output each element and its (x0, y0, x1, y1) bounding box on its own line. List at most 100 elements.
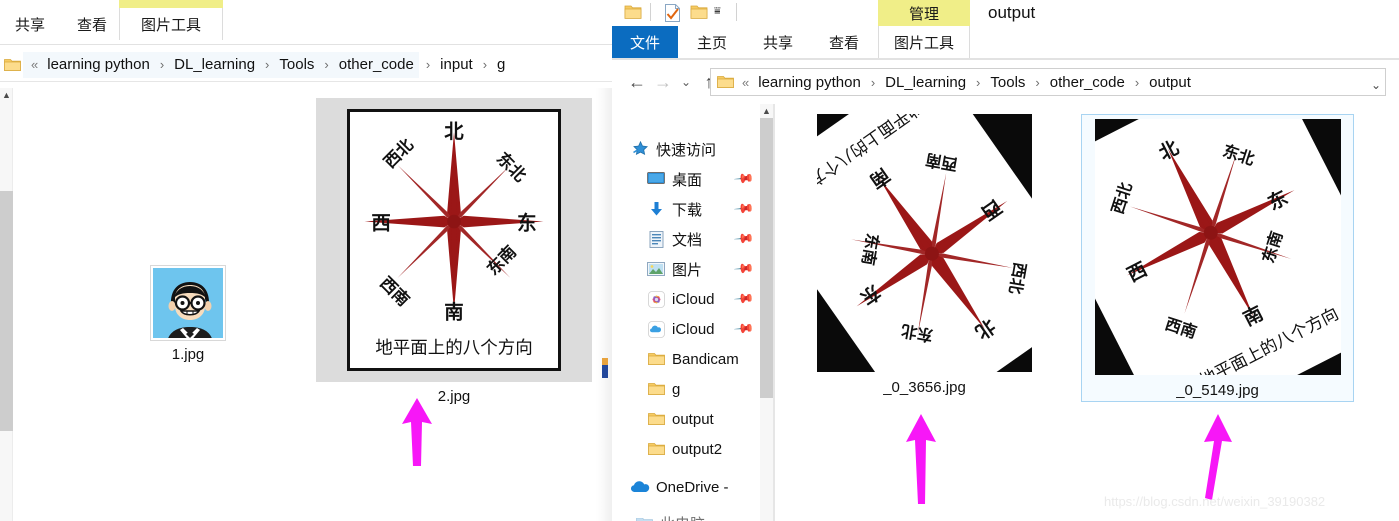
left-breadcrumb-sep-0[interactable]: › (153, 57, 171, 72)
compass-rose-upright-icon: 北 南 西 东 西北 东北 西南 东南 地平面上的八个方向 (350, 112, 558, 368)
left-breadcrumb-item-5[interactable]: g (494, 56, 508, 73)
pin-icon-icloud-drive[interactable]: 📌 (733, 318, 755, 341)
sidebar-item-documents[interactable]: 文档 📌 (612, 224, 760, 254)
right-file-item-5149[interactable]: 北 南 西 东 西北 东北 西南 东南 地平面上的八个方向 _0_5149.jp… (1081, 114, 1354, 402)
watermark-text: https://blog.csdn.net/weixin_39190382 (1104, 494, 1326, 509)
pin-icon-desktop[interactable]: 📌 (733, 168, 755, 191)
sidebar-item-output[interactable]: output (612, 404, 760, 434)
sidebar-item-pictures[interactable]: 图片 📌 (612, 254, 760, 284)
sidebar-label-bandicam: Bandicam (672, 350, 739, 368)
right-manage-label: 管理 (908, 5, 939, 23)
right-tab-home[interactable]: 主页 (684, 26, 740, 58)
sidebar-item-icloud-photos[interactable]: iCloud 📌 (612, 284, 760, 314)
right-breadcrumb-sep-0[interactable]: › (864, 75, 882, 90)
qat-new-folder-icon[interactable] (690, 4, 708, 20)
left-file-caption-1: 1.jpg (171, 346, 205, 363)
left-breadcrumb-item-4[interactable]: input (437, 56, 476, 73)
left-tab-view[interactable]: 查看 (66, 8, 118, 40)
recent-locations-button[interactable]: ⌄ (676, 69, 696, 95)
right-address-input[interactable]: « learning python › DL_learning › Tools … (710, 68, 1386, 96)
sidebar-item-partial[interactable]: 此电脑 (612, 508, 760, 521)
right-file-list: 北 南 西 东 西北 东北 西南 东南 地平面上的八个方向 (775, 104, 1399, 521)
sidebar-label-pictures: 图片 (672, 261, 703, 279)
qat-properties-icon[interactable] (664, 4, 681, 22)
left-breadcrumb-item-3[interactable]: other_code (336, 56, 417, 73)
avatar-boy-icon (153, 268, 223, 338)
left-breadcrumb-item-0[interactable]: learning python (44, 56, 153, 73)
compass-label-south: 南 (444, 301, 463, 324)
icloud-drive-icon (646, 320, 666, 338)
sidebar-item-downloads[interactable]: 下载 📌 (612, 194, 760, 224)
pin-icon-icloud-photos[interactable]: 📌 (733, 288, 755, 311)
sidebar-label-downloads: 下载 (672, 201, 703, 219)
left-breadcrumb-overflow[interactable]: « (25, 57, 44, 72)
right-tab-view[interactable]: 查看 (816, 26, 872, 58)
compass-caption: 地平面上的八个方向 (375, 339, 532, 359)
left-address-bar[interactable]: « learning python › DL_learning › Tools … (0, 48, 612, 82)
left-scrollbar-thumb[interactable] (0, 191, 13, 431)
sidebar-item-onedrive[interactable]: OneDrive - (612, 472, 760, 502)
pin-icon-pictures[interactable]: 📌 (733, 258, 755, 281)
qat-folder-icon[interactable] (624, 4, 642, 20)
left-breadcrumb-item-2[interactable]: Tools (276, 56, 317, 73)
left-file-caption-2: 2.jpg (437, 388, 471, 405)
address-expand-chevron-icon[interactable]: ⌄ (1371, 78, 1381, 92)
left-breadcrumb-sep-4[interactable]: › (476, 57, 494, 72)
right-breadcrumb-sep-1[interactable]: › (969, 75, 987, 90)
left-ribbon-tab-bar: 共享 查看 图片工具 (0, 0, 612, 40)
pin-icon-documents[interactable]: 📌 (733, 228, 755, 251)
right-breadcrumb-sep-3[interactable]: › (1128, 75, 1146, 90)
left-vertical-scrollbar[interactable]: ▲ (0, 88, 13, 521)
right-file-item-3656[interactable]: 北 南 西 东 西北 东北 西南 东南 地平面上的八个方向 (817, 114, 1032, 396)
compass-thumbnail-rotated-ccw: 北 南 西 东 西北 东北 西南 东南 地平面上的八个方向 (1094, 119, 1341, 375)
left-file-item-1[interactable]: 1.jpg (132, 265, 244, 363)
back-button[interactable]: ← (624, 69, 650, 95)
navpane-scrollbar-thumb[interactable] (760, 118, 773, 398)
sidebar-item-bandicam[interactable]: Bandicam (612, 344, 760, 374)
right-navpane-scrollbar[interactable]: ▲ (760, 104, 773, 521)
qat-customize-chevron-icon[interactable]: ⩸ (714, 5, 721, 18)
scroll-up-chevron-icon[interactable]: ▲ (0, 88, 13, 102)
sidebar-label-output: output (672, 410, 714, 428)
left-breadcrumb-item-1[interactable]: DL_learning (171, 56, 258, 73)
right-tab-picture-tools[interactable]: 图片工具 (878, 26, 970, 58)
right-breadcrumb-item-0[interactable]: learning python (755, 74, 864, 91)
right-breadcrumb-item-1[interactable]: DL_learning (882, 74, 969, 91)
right-breadcrumb-item-2[interactable]: Tools (987, 74, 1028, 91)
sidebar-label-icloud-photos: iCloud (672, 290, 715, 308)
left-breadcrumb-sep-1[interactable]: › (258, 57, 276, 72)
compass-label-north: 北 (444, 120, 464, 143)
right-breadcrumb-sep-2[interactable]: › (1028, 75, 1046, 90)
forward-button[interactable]: → (650, 69, 676, 95)
nav-label-quick-access: 快速访问 (656, 141, 717, 159)
icloud-photos-icon (646, 290, 666, 308)
folder-icon-partial (634, 514, 654, 521)
right-breadcrumb-item-4[interactable]: output (1146, 74, 1194, 91)
sidebar-item-icloud-drive[interactable]: iCloud 📌 (612, 314, 760, 344)
sidebar-item-output2[interactable]: output2 (612, 434, 760, 464)
right-breadcrumb-item-3[interactable]: other_code (1047, 74, 1128, 91)
onedrive-icon (630, 478, 650, 496)
pin-icon-downloads[interactable]: 📌 (733, 198, 755, 221)
right-tab-file[interactable]: 文件 (612, 26, 678, 58)
sidebar-item-g[interactable]: g (612, 374, 760, 404)
left-breadcrumb[interactable]: « learning python › DL_learning › Tools … (23, 51, 419, 78)
left-breadcrumb-sep-2[interactable]: › (317, 57, 335, 72)
navpane-scroll-up-chevron-icon[interactable]: ▲ (760, 104, 773, 118)
avatar-thumbnail (150, 265, 226, 341)
sidebar-label-output2: output2 (672, 440, 723, 458)
left-file-item-2[interactable]: 北 南 西 东 西北 东北 西南 东南 地平面上的八个方向 2.jpg (316, 98, 592, 405)
right-tab-share[interactable]: 共享 (750, 26, 806, 58)
compass-rose-rotated-cw-icon: 北 南 西 东 西北 东北 西南 东南 地平面上的八个方向 (817, 114, 1032, 372)
right-breadcrumb-overflow[interactable]: « (736, 75, 755, 90)
compass-label-east: 东 (517, 211, 536, 234)
sidebar-item-desktop[interactable]: 桌面 📌 (612, 164, 760, 194)
folder-icon-bandicam (646, 350, 666, 368)
right-manage-context-tab[interactable]: 管理 (878, 0, 970, 26)
left-tab-picture-tools[interactable]: 图片工具 (119, 8, 223, 40)
left-tab-share[interactable]: 共享 (4, 8, 56, 40)
sidebar-label-partial: 此电脑 (660, 513, 705, 521)
right-explorer-window: ⩸ 管理 output 文件 主页 共享 查看 图片工具 ← → ⌄ ↑ « l… (612, 0, 1399, 521)
left-breadcrumb-sep-3[interactable]: › (419, 57, 437, 72)
nav-section-quick-access[interactable]: 快速访问 (612, 134, 760, 164)
